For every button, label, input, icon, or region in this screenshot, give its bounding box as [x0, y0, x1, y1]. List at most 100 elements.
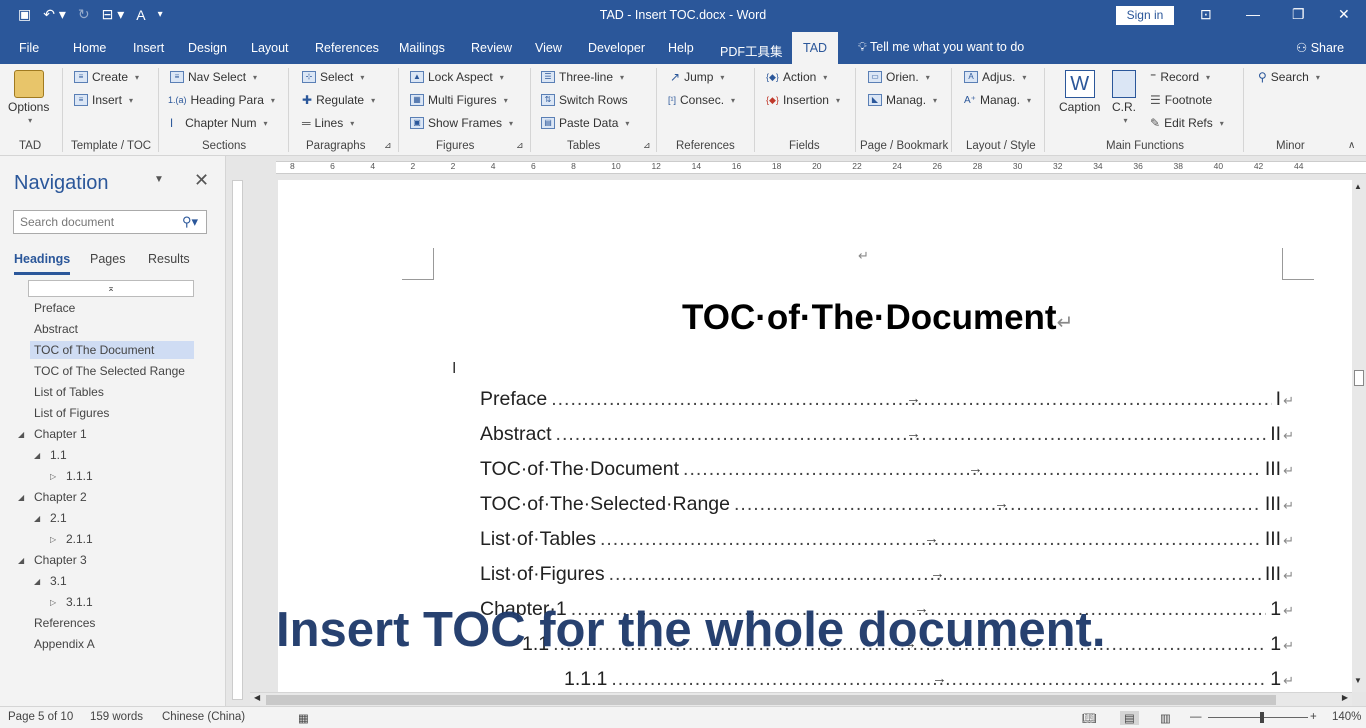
- options-button[interactable]: Options ▾: [8, 70, 49, 125]
- page-count[interactable]: Page 5 of 10: [8, 711, 73, 723]
- nav-tab-results[interactable]: Results: [148, 252, 190, 266]
- macro-icon[interactable]: ▦: [298, 711, 309, 725]
- maximize-button[interactable]: ❐: [1292, 6, 1305, 23]
- ribbon-display-icon[interactable]: ⊡: [1200, 6, 1212, 23]
- nav-tab-headings[interactable]: Headings: [14, 252, 71, 275]
- heading-para-button[interactable]: 1.(a) Heading Para ▾: [168, 93, 275, 107]
- chevron-down-icon[interactable]: ▼: [154, 174, 164, 185]
- toc-entry[interactable]: Preface.................................…: [480, 388, 1294, 411]
- heading-item[interactable]: 2.1.1: [66, 532, 93, 546]
- sign-in-button[interactable]: Sign in: [1116, 6, 1174, 25]
- scroll-thumb[interactable]: [266, 695, 1276, 705]
- tab-design[interactable]: Design: [188, 41, 227, 55]
- toc-entry[interactable]: Abstract................................…: [480, 423, 1294, 446]
- create-button[interactable]: ≡ Create ▾: [74, 70, 139, 84]
- share-button[interactable]: ⚇ Share: [1296, 40, 1344, 55]
- manag-bookmark-button[interactable]: ◣ Manag. ▾: [868, 93, 937, 107]
- heading-item[interactable]: 3.1.1: [66, 595, 93, 609]
- consec-button[interactable]: [¹] Consec. ▾: [668, 93, 735, 107]
- edit-refs-button[interactable]: ✎ Edit Refs ▾: [1150, 116, 1224, 130]
- word-count[interactable]: 159 words: [90, 711, 143, 723]
- heading-item[interactable]: List of Figures: [34, 406, 109, 420]
- collapse-all-button[interactable]: ⌅: [28, 280, 194, 297]
- heading-item[interactable]: Appendix A: [34, 637, 95, 651]
- paste-data-button[interactable]: ▤ Paste Data ▾: [541, 116, 629, 130]
- heading-item[interactable]: 2.1: [50, 511, 67, 525]
- search-document-input[interactable]: Search document ⚲▾: [13, 210, 207, 234]
- heading-item[interactable]: Preface: [34, 301, 75, 315]
- collapse-icon[interactable]: ◢: [18, 493, 24, 502]
- tab-view[interactable]: View: [535, 41, 562, 55]
- vertical-scrollbar[interactable]: ▲ ▼: [1352, 180, 1366, 692]
- heading-item[interactable]: TOC of The Document: [30, 341, 194, 359]
- minimize-button[interactable]: —: [1246, 6, 1260, 22]
- collapse-ribbon-icon[interactable]: ∧: [1348, 140, 1355, 151]
- tab-mailings[interactable]: Mailings: [399, 41, 445, 55]
- insertion-button[interactable]: {◆} Insertion ▾: [766, 93, 840, 107]
- heading-item[interactable]: 1.1.1: [66, 469, 93, 483]
- collapse-icon[interactable]: ◢: [34, 514, 40, 523]
- scroll-down-icon[interactable]: ▼: [1354, 676, 1362, 685]
- search-button[interactable]: ⚲ Search ▾: [1258, 70, 1320, 84]
- expand-icon[interactable]: ▷: [50, 472, 56, 481]
- close-icon[interactable]: ✕: [194, 170, 209, 191]
- scroll-right-icon[interactable]: ▶: [1342, 693, 1348, 702]
- adjus-button[interactable]: A Adjus. ▾: [964, 70, 1026, 84]
- tab-help[interactable]: Help: [668, 41, 694, 55]
- collapse-icon[interactable]: ◢: [34, 577, 40, 586]
- dialog-launcher-icon[interactable]: ⊿: [384, 140, 392, 151]
- lines-button[interactable]: ═ Lines ▾: [302, 116, 354, 130]
- tab-layout[interactable]: Layout: [251, 41, 289, 55]
- dialog-launcher-icon[interactable]: ⊿: [643, 140, 651, 151]
- collapse-icon[interactable]: ◢: [34, 451, 40, 460]
- zoom-slider-thumb[interactable]: [1260, 712, 1264, 723]
- tab-insert[interactable]: Insert: [133, 41, 164, 55]
- toc-entry[interactable]: TOC·of·The·Document.....................…: [480, 458, 1294, 481]
- collapse-icon[interactable]: ◢: [18, 556, 24, 565]
- zoom-level[interactable]: 140%: [1332, 711, 1361, 723]
- web-layout-icon[interactable]: ▥: [1160, 711, 1171, 725]
- heading-item[interactable]: Chapter 1: [34, 427, 87, 441]
- tab-developer[interactable]: Developer: [588, 41, 645, 55]
- tell-me-search[interactable]: 💡︎ Tell me what you want to do: [858, 40, 1024, 55]
- chapter-num-button[interactable]: ǀ Chapter Num ▾: [170, 116, 268, 130]
- collapse-icon[interactable]: ◢: [18, 430, 24, 439]
- orien-button[interactable]: ▭ Orien. ▾: [868, 70, 930, 84]
- read-mode-icon[interactable]: 📖︎: [1082, 711, 1097, 725]
- scroll-thumb[interactable]: [1354, 370, 1364, 386]
- insert-button[interactable]: ≡ Insert ▾: [74, 93, 133, 107]
- toc-entry[interactable]: TOC·of·The·Selected·Range...............…: [480, 493, 1294, 516]
- heading-item[interactable]: References: [34, 616, 95, 630]
- zoom-out-button[interactable]: —: [1190, 711, 1202, 723]
- toc-entry[interactable]: List·of·Tables..........................…: [480, 528, 1294, 551]
- close-button[interactable]: ✕: [1338, 6, 1350, 23]
- scroll-up-icon[interactable]: ▲: [1354, 182, 1362, 191]
- tab-references[interactable]: References: [315, 41, 379, 55]
- select-button[interactable]: ⊹ Select ▾: [302, 70, 364, 84]
- print-layout-icon[interactable]: ▤: [1120, 711, 1139, 725]
- jump-button[interactable]: ↗ Jump ▾: [670, 70, 724, 84]
- heading-item[interactable]: Abstract: [34, 322, 78, 336]
- search-icon[interactable]: ⚲▾: [182, 214, 198, 230]
- tab-home[interactable]: Home: [73, 41, 106, 55]
- record-button[interactable]: ⁼ Record ▾: [1150, 70, 1210, 84]
- heading-item[interactable]: 1.1: [50, 448, 67, 462]
- nav-select-button[interactable]: ≡ Nav Select ▾: [170, 70, 257, 84]
- scroll-left-icon[interactable]: ◀: [254, 693, 260, 702]
- regulate-button[interactable]: ✚ Regulate ▾: [302, 93, 375, 107]
- expand-icon[interactable]: ▷: [50, 535, 56, 544]
- dialog-launcher-icon[interactable]: ⊿: [516, 140, 524, 151]
- action-button[interactable]: {◆} Action ▾: [766, 70, 827, 84]
- heading-item[interactable]: 3.1: [50, 574, 67, 588]
- expand-icon[interactable]: ▷: [50, 598, 56, 607]
- tab-pdf-tools[interactable]: PDF工具集: [720, 41, 783, 60]
- tab-file[interactable]: File: [19, 41, 39, 55]
- zoom-slider[interactable]: [1208, 717, 1308, 718]
- switch-rows-button[interactable]: ⇅ Switch Rows: [541, 93, 628, 107]
- caption-button[interactable]: W Caption: [1059, 70, 1100, 114]
- footnote-button[interactable]: ☰ Footnote: [1150, 93, 1212, 107]
- horizontal-scrollbar[interactable]: ◀ ▶: [250, 692, 1352, 706]
- manag-style-button[interactable]: A⁺ Manag. ▾: [964, 93, 1031, 107]
- toc-entry[interactable]: List·of·Figures.........................…: [480, 563, 1294, 586]
- heading-item[interactable]: Chapter 3: [34, 553, 87, 567]
